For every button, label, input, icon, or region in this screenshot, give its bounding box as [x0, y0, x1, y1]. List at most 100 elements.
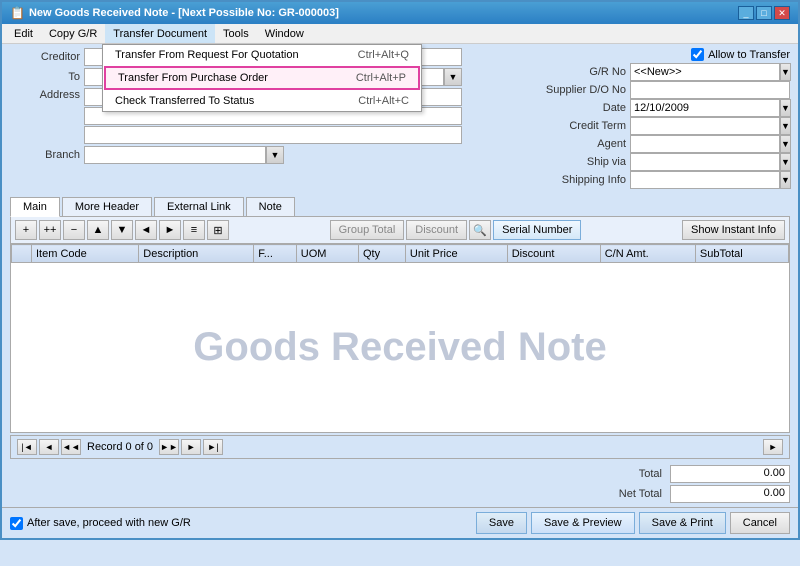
credit-term-input[interactable]	[630, 117, 780, 135]
save-print-button[interactable]: Save & Print	[639, 512, 726, 534]
branch-label: Branch	[10, 149, 80, 161]
menu-transfer-document[interactable]: Transfer Document	[105, 24, 215, 43]
search-btn[interactable]: 🔍	[469, 220, 491, 240]
net-total-label: Net Total	[619, 488, 666, 500]
agent-label: Agent	[536, 138, 626, 150]
dropdown-po-label: Transfer From Purchase Order	[118, 72, 268, 84]
tab-note[interactable]: Note	[246, 197, 295, 216]
dropdown-item-check[interactable]: Check Transferred To Status Ctrl+Alt+C	[103, 91, 421, 111]
nav-record-text: Record 0 of 0	[87, 441, 153, 453]
footer-left: After save, proceed with new G/R	[10, 517, 191, 530]
credit-term-label: Credit Term	[536, 120, 626, 132]
menu-edit[interactable]: Edit	[6, 24, 41, 43]
table-container: Item Code Description F... UOM Qty Unit …	[10, 244, 790, 433]
after-save-checkbox[interactable]	[10, 517, 23, 530]
save-preview-button[interactable]: Save & Preview	[531, 512, 635, 534]
add-multiple-btn[interactable]: ++	[39, 220, 61, 240]
dropdown-item-rfq[interactable]: Transfer From Request For Quotation Ctrl…	[103, 45, 421, 65]
branch-dropdown-btn[interactable]: ▼	[266, 146, 284, 164]
ship-via-label: Ship via	[536, 156, 626, 168]
net-total-value: 0.00	[670, 485, 790, 503]
agent-dropdown-btn[interactable]: ▼	[780, 135, 791, 153]
dropdown-rfq-label: Transfer From Request For Quotation	[115, 49, 299, 61]
nav-first-btn[interactable]: |◄	[17, 439, 37, 455]
gr-no-dropdown-btn[interactable]: ▼	[780, 63, 791, 81]
move-right-btn[interactable]: ►	[159, 220, 181, 240]
add-row-btn[interactable]: +	[15, 220, 37, 240]
ship-via-input[interactable]	[630, 153, 780, 171]
menu-tools[interactable]: Tools	[215, 24, 257, 43]
close-button[interactable]: ✕	[774, 6, 790, 20]
date-dropdown-btn[interactable]: ▼	[780, 99, 791, 117]
shipping-info-row: Shipping Info ▼	[470, 171, 790, 189]
branch-row: Branch ▼	[10, 146, 462, 164]
footer-right: Save Save & Preview Save & Print Cancel	[476, 512, 790, 534]
table-area: Item Code Description F... UOM Qty Unit …	[2, 244, 798, 433]
totals-area: Total 0.00 Net Total 0.00	[2, 461, 798, 507]
menu-copy-gr[interactable]: Copy G/R	[41, 24, 105, 43]
dropdown-po-shortcut: Ctrl+Alt+P	[356, 72, 406, 84]
maximize-button[interactable]: □	[756, 6, 772, 20]
nav-next2-btn[interactable]: ►►	[159, 439, 179, 455]
agent-row: Agent ▼	[470, 135, 790, 153]
ship-via-row: Ship via ▼	[470, 153, 790, 171]
th-uom: UOM	[296, 245, 358, 263]
th-item-code: Item Code	[32, 245, 139, 263]
branch-input[interactable]	[84, 146, 266, 164]
after-save-label: After save, proceed with new G/R	[27, 517, 191, 529]
discount-btn[interactable]: Discount	[406, 220, 467, 240]
show-instant-info-btn[interactable]: Show Instant Info	[682, 220, 785, 240]
nav-prev2-btn[interactable]: ◄◄	[61, 439, 81, 455]
save-button[interactable]: Save	[476, 512, 527, 534]
allow-transfer-row: Allow to Transfer	[470, 48, 790, 61]
date-input[interactable]	[630, 99, 780, 117]
dropdown-rfq-shortcut: Ctrl+Alt+Q	[358, 49, 409, 61]
tab-external-link[interactable]: External Link	[154, 197, 244, 216]
credit-term-row: Credit Term ▼	[470, 117, 790, 135]
shipping-info-dropdown-btn[interactable]: ▼	[780, 171, 791, 189]
grid-view-btn[interactable]: ⊞	[207, 220, 229, 240]
group-total-btn[interactable]: Group Total	[330, 220, 405, 240]
tabs-area: Main More Header External Link Note	[2, 197, 798, 217]
toolbar-area: + ++ − ▲ ▼ ◄ ► ≡ ⊞ Group Total Discount …	[2, 217, 798, 244]
th-discount: Discount	[507, 245, 600, 263]
move-up-btn[interactable]: ▲	[87, 220, 109, 240]
dropdown-item-po[interactable]: Transfer From Purchase Order Ctrl+Alt+P	[104, 66, 420, 90]
address-line3[interactable]	[84, 126, 462, 144]
th-qty: Qty	[359, 245, 406, 263]
supplier-do-input[interactable]	[630, 81, 790, 99]
menu-window[interactable]: Window	[257, 24, 312, 43]
window-controls[interactable]: _ □ ✕	[738, 6, 790, 20]
tab-more-header[interactable]: More Header	[62, 197, 152, 216]
list-view-btn[interactable]: ≡	[183, 220, 205, 240]
delete-row-btn[interactable]: −	[63, 220, 85, 240]
tab-main[interactable]: Main	[10, 197, 60, 217]
serial-number-btn[interactable]: Serial Number	[493, 220, 581, 240]
nav-bar: |◄ ◄ ◄◄ Record 0 of 0 ►► ► ►| ►	[10, 435, 790, 459]
gr-no-input[interactable]	[630, 63, 780, 81]
watermark-text: Goods Received Note	[16, 265, 785, 430]
nav-next-btn[interactable]: ►	[181, 439, 201, 455]
nav-prev-btn[interactable]: ◄	[39, 439, 59, 455]
move-left-btn[interactable]: ◄	[135, 220, 157, 240]
credit-term-dropdown-btn[interactable]: ▼	[780, 117, 791, 135]
cancel-button[interactable]: Cancel	[730, 512, 790, 534]
dropdown-check-label: Check Transferred To Status	[115, 95, 254, 107]
footer-bar: After save, proceed with new G/R Save Sa…	[2, 507, 798, 538]
nav-expand-btn[interactable]: ►	[763, 439, 783, 455]
menu-bar: Edit Copy G/R Transfer Document Tools Wi…	[2, 24, 798, 44]
th-checkbox	[12, 245, 32, 263]
shipping-info-input[interactable]	[630, 171, 780, 189]
allow-transfer-checkbox[interactable]	[691, 48, 704, 61]
minimize-button[interactable]: _	[738, 6, 754, 20]
agent-input[interactable]	[630, 135, 780, 153]
window-title: New Goods Received Note - [Next Possible…	[29, 7, 339, 19]
title-bar: 📋 New Goods Received Note - [Next Possib…	[2, 2, 798, 24]
ship-via-dropdown-btn[interactable]: ▼	[780, 153, 791, 171]
nav-last-btn[interactable]: ►|	[203, 439, 223, 455]
to-dropdown-btn[interactable]: ▼	[444, 68, 462, 86]
empty-table-body: Goods Received Note	[12, 263, 789, 433]
move-down-btn[interactable]: ▼	[111, 220, 133, 240]
th-cn-amt: C/N Amt.	[600, 245, 695, 263]
supplier-do-row: Supplier D/O No	[470, 81, 790, 99]
